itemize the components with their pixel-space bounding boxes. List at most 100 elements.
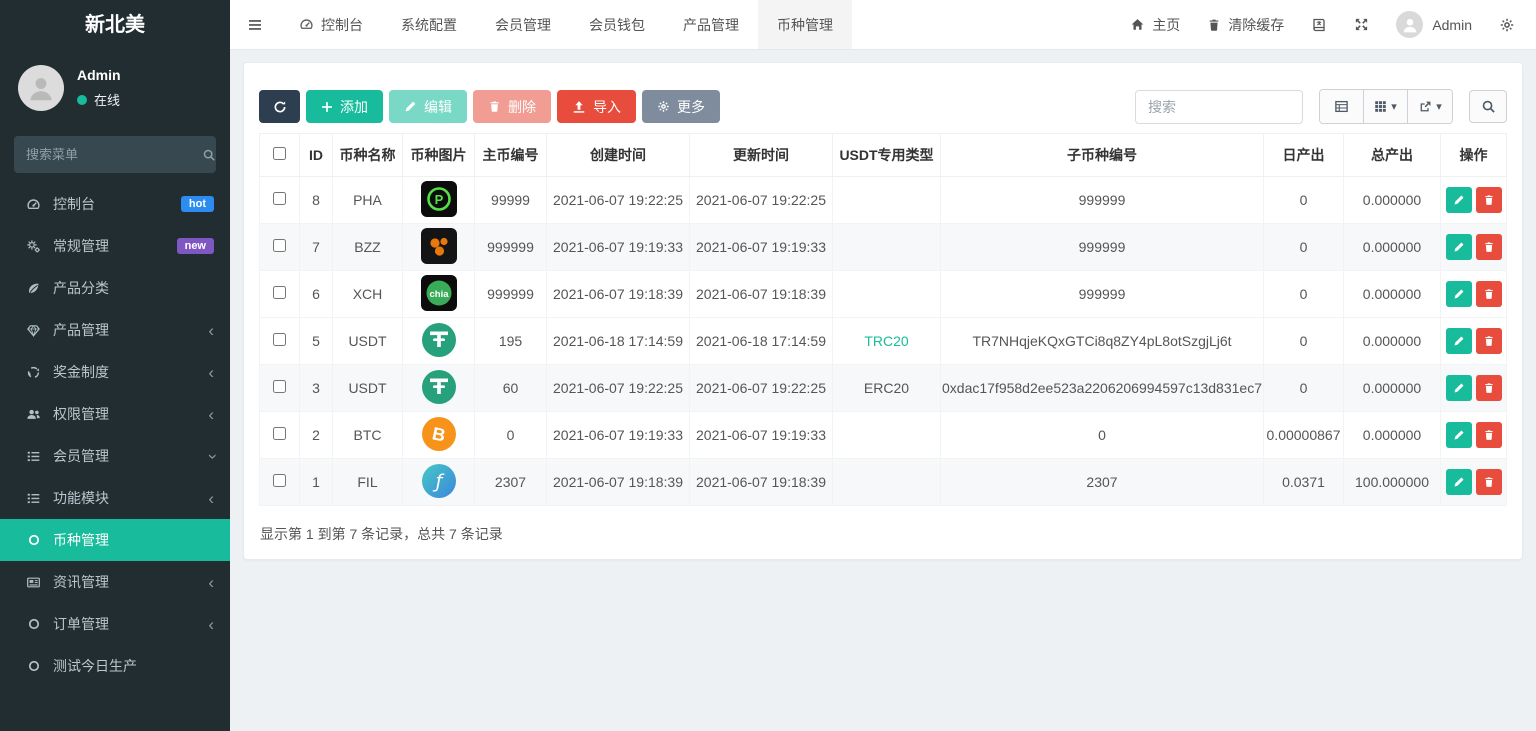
language-icon[interactable] xyxy=(1311,17,1327,33)
tab-1[interactable]: 控制台 xyxy=(280,0,382,49)
coin-management-panel: 添加 编辑 删除 导入 xyxy=(243,62,1523,560)
sidebar-item-label: 资讯管理 xyxy=(53,572,109,592)
sidebar-search[interactable] xyxy=(14,136,216,173)
edit-row-button[interactable] xyxy=(1446,187,1472,213)
navbar-user-menu[interactable]: Admin xyxy=(1396,11,1472,38)
export-button[interactable]: ▾ xyxy=(1408,90,1452,123)
tab-2[interactable]: 系统配置 xyxy=(382,0,476,49)
sidebar-item-10[interactable]: 资讯管理‹ xyxy=(0,561,230,603)
column-header: 币种名称 xyxy=(333,134,403,177)
trash-icon xyxy=(488,100,501,113)
settings-gear-icon[interactable] xyxy=(1499,17,1515,33)
cell-daily-output: 0 xyxy=(1264,365,1344,412)
delete-row-button[interactable] xyxy=(1476,375,1502,401)
sidebar-item-5[interactable]: 奖金制度‹ xyxy=(0,351,230,393)
tab-6[interactable]: 币种管理 xyxy=(758,0,852,49)
cell-sub-no: 999999 xyxy=(941,177,1264,224)
tab-3[interactable]: 会员管理 xyxy=(476,0,570,49)
chevron-left-icon: ‹ xyxy=(208,616,214,633)
sidebar-item-label: 奖金制度 xyxy=(53,362,109,382)
delete-row-button[interactable] xyxy=(1476,422,1502,448)
delete-row-button[interactable] xyxy=(1476,281,1502,307)
cell-id: 3 xyxy=(300,365,333,412)
cell-created: 2021-06-18 17:14:59 xyxy=(547,318,690,365)
sidebar-item-2[interactable]: 常规管理new xyxy=(0,225,230,267)
delete-button[interactable]: 删除 xyxy=(473,90,551,123)
fullscreen-icon[interactable] xyxy=(1354,17,1369,32)
sidebar-item-3[interactable]: 产品分类 xyxy=(0,267,230,309)
table-search-input[interactable] xyxy=(1135,90,1303,124)
edit-row-button[interactable] xyxy=(1446,375,1472,401)
trash-icon xyxy=(1483,382,1495,394)
row-checkbox[interactable] xyxy=(273,239,286,252)
sidebar-toggle-button[interactable] xyxy=(230,0,280,49)
edit-row-button[interactable] xyxy=(1446,234,1472,260)
sidebar-search-input[interactable] xyxy=(26,147,202,162)
sidebar-item-12[interactable]: 测试今日生产 xyxy=(0,645,230,687)
select-all-checkbox[interactable] xyxy=(273,147,286,160)
delete-row-button[interactable] xyxy=(1476,234,1502,260)
sidebar-item-label: 会员管理 xyxy=(53,446,109,466)
home-link[interactable]: 主页 xyxy=(1130,15,1180,35)
edit-row-button[interactable] xyxy=(1446,422,1472,448)
row-checkbox[interactable] xyxy=(273,427,286,440)
clear-cache-link[interactable]: 清除缓存 xyxy=(1207,15,1284,35)
tab-5[interactable]: 产品管理 xyxy=(664,0,758,49)
sidebar-item-label: 功能模块 xyxy=(53,488,109,508)
sidebar-item-6[interactable]: 权限管理‹ xyxy=(0,393,230,435)
sidebar-item-11[interactable]: 订单管理 ‹ xyxy=(0,603,230,645)
edit-button[interactable]: 编辑 xyxy=(389,90,467,123)
search-submit-button[interactable] xyxy=(1469,90,1507,123)
cell-updated: 2021-06-18 17:14:59 xyxy=(690,318,833,365)
cell-daily-output: 0.00000867 xyxy=(1264,412,1344,459)
circle-icon xyxy=(24,659,43,673)
tab-4[interactable]: 会员钱包 xyxy=(570,0,664,49)
sidebar-item-label: 订单管理 xyxy=(53,614,109,634)
sidebar-item-8[interactable]: 功能模块‹ xyxy=(0,477,230,519)
delete-row-button[interactable] xyxy=(1476,328,1502,354)
table-row: 1FILƒ23072021-06-07 19:18:392021-06-07 1… xyxy=(260,459,1507,506)
cell-updated: 2021-06-07 19:22:25 xyxy=(690,365,833,412)
sidebar-item-1[interactable]: 控制台hot xyxy=(0,183,230,225)
cell-updated: 2021-06-07 19:18:39 xyxy=(690,271,833,318)
row-checkbox[interactable] xyxy=(273,333,286,346)
row-checkbox[interactable] xyxy=(273,474,286,487)
cell-id: 2 xyxy=(300,412,333,459)
coin-logo-xch-icon: chia xyxy=(421,275,457,311)
cell-created: 2021-06-07 19:19:33 xyxy=(547,224,690,271)
row-checkbox[interactable] xyxy=(273,286,286,299)
detail-view-button[interactable] xyxy=(1320,90,1364,123)
tab-label: 系统配置 xyxy=(401,15,457,35)
table-row: 3USDT602021-06-07 19:22:252021-06-07 19:… xyxy=(260,365,1507,412)
edit-row-button[interactable] xyxy=(1446,469,1472,495)
cell-main-no: 99999 xyxy=(475,177,547,224)
view-button-group: ▾ ▾ xyxy=(1319,89,1453,124)
add-button[interactable]: 添加 xyxy=(306,90,383,123)
chevron-left-icon: ‹ xyxy=(208,406,214,423)
edit-row-button[interactable] xyxy=(1446,281,1472,307)
cell-created: 2021-06-07 19:18:39 xyxy=(547,459,690,506)
chevron-left-icon: ‹ xyxy=(208,322,214,339)
sidebar-item-7[interactable]: 会员管理‹ xyxy=(0,435,230,477)
edit-row-button[interactable] xyxy=(1446,328,1472,354)
sidebar-item-9[interactable]: 币种管理 xyxy=(0,519,230,561)
delete-row-button[interactable] xyxy=(1476,187,1502,213)
sidebar-item-4[interactable]: 产品管理‹ xyxy=(0,309,230,351)
import-button[interactable]: 导入 xyxy=(557,90,636,123)
navbar-avatar xyxy=(1396,11,1423,38)
select-all-header xyxy=(260,134,300,177)
recycle-icon xyxy=(24,365,43,380)
row-checkbox[interactable] xyxy=(273,192,286,205)
home-icon xyxy=(1130,17,1145,32)
cell-main-no: 0 xyxy=(475,412,547,459)
refresh-button[interactable] xyxy=(259,90,300,123)
tachometer-icon xyxy=(299,17,314,32)
coin-logo-btc-icon: B xyxy=(421,416,457,452)
more-button[interactable]: 更多 xyxy=(642,90,720,123)
columns-button[interactable]: ▾ xyxy=(1364,90,1408,123)
cell-main-no: 2307 xyxy=(475,459,547,506)
caret-down-icon: ▾ xyxy=(1391,100,1397,113)
cell-total-output: 0.000000 xyxy=(1344,318,1441,365)
delete-row-button[interactable] xyxy=(1476,469,1502,495)
row-checkbox[interactable] xyxy=(273,380,286,393)
